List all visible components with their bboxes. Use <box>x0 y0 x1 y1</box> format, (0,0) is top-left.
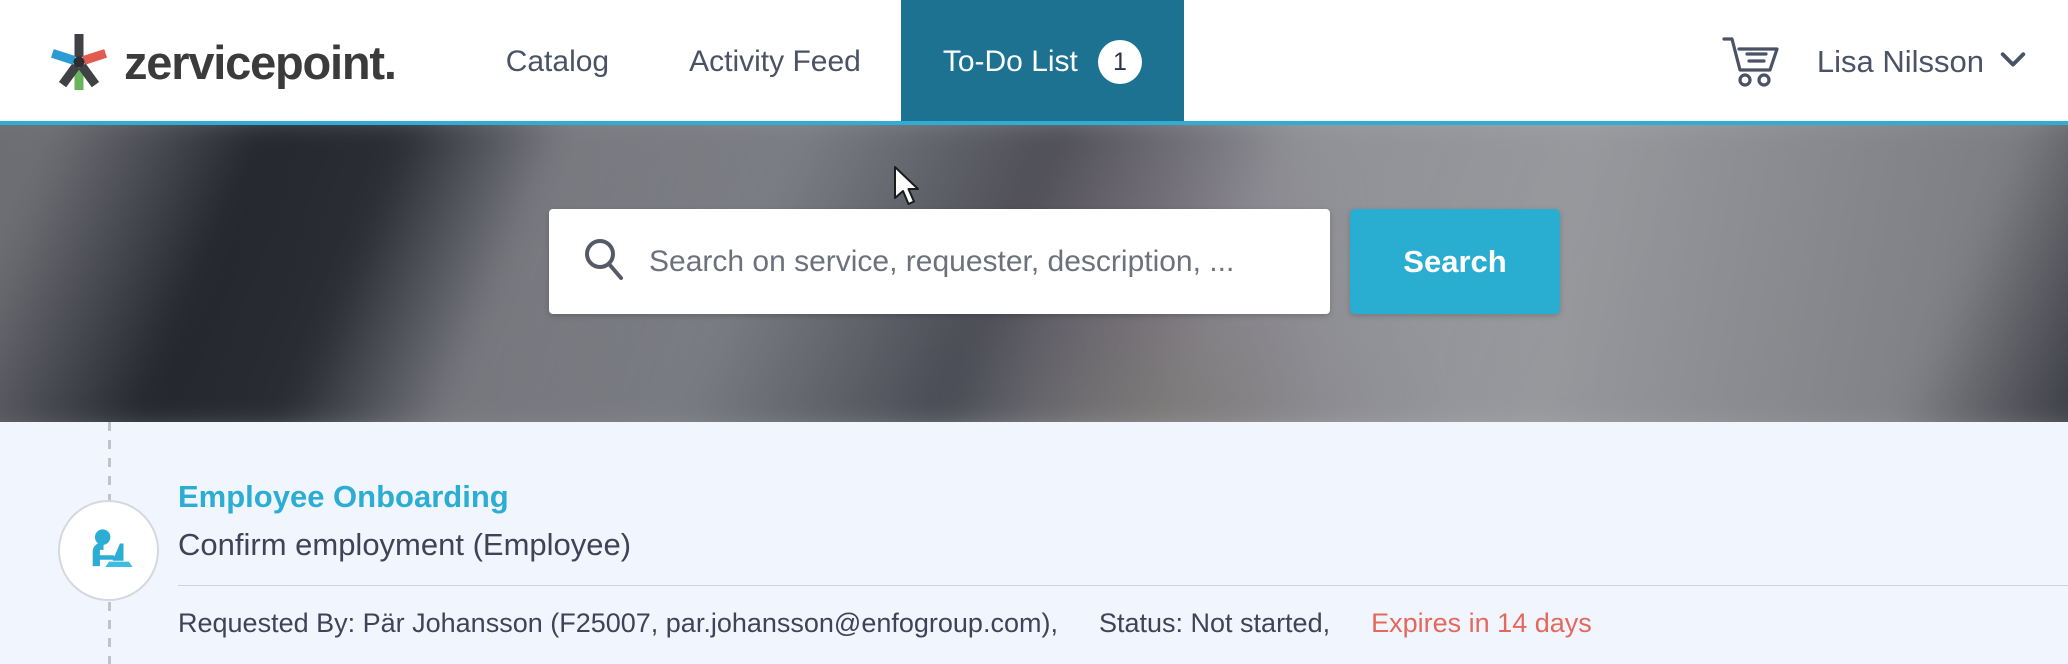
task-status: Status: Not started, <box>1098 608 1331 639</box>
nav-tab-catalog-label: Catalog <box>505 45 610 78</box>
task-divider <box>178 585 2068 587</box>
todo-list-item: Employee Onboarding Confirm employment (… <box>178 478 2068 639</box>
task-expiry: Expires in 14 days <box>1371 608 1592 639</box>
nav-tab-to-do-list[interactable]: To-Do List 1 <box>900 0 1184 124</box>
task-icon-avatar <box>58 500 159 601</box>
search-button[interactable]: Search <box>1350 209 1560 314</box>
nav-tab-to-do-list-label: To-Do List <box>942 45 1078 78</box>
brand-logo[interactable]: zervicepoint. <box>50 0 397 124</box>
search-row: Search <box>549 209 1560 314</box>
shopping-cart-icon[interactable] <box>1721 35 1783 89</box>
to-do-list-count-badge: 1 <box>1097 40 1142 84</box>
user-menu[interactable]: Lisa Nilsson <box>1817 44 2026 80</box>
main-nav-links: Catalog Activity Feed To-Do List 1 <box>466 0 1184 124</box>
nav-tab-activity-feed-label: Activity Feed <box>689 45 861 78</box>
chevron-down-icon <box>2000 51 2026 73</box>
zervicepoint-asterisk-logo-icon <box>50 33 108 91</box>
search-box[interactable] <box>549 209 1330 314</box>
task-step-name: Confirm employment (Employee) <box>178 526 632 562</box>
task-meta-row: Requested By: Pär Johansson (F25007, par… <box>178 608 2068 639</box>
task-requested-by: Requested By: Pär Johansson (F25007, par… <box>178 608 1058 639</box>
user-name-label: Lisa Nilsson <box>1816 44 1984 79</box>
nav-tab-catalog[interactable]: Catalog <box>466 0 649 124</box>
person-at-laptop-icon <box>80 519 138 582</box>
nav-tab-activity-feed[interactable]: Activity Feed <box>649 0 901 124</box>
hero-banner: Search Show all By assign date <box>0 125 2068 422</box>
brand-name: zervicepoint. <box>124 35 397 89</box>
top-navigation-bar: zervicepoint. Catalog Activity Feed To-D… <box>0 0 2068 124</box>
zervicepoint-todo-page: zervicepoint. Catalog Activity Feed To-D… <box>0 0 2068 664</box>
search-input[interactable] <box>649 244 1309 279</box>
nav-right-area: Lisa Nilsson <box>1721 35 2026 89</box>
search-icon <box>583 237 625 286</box>
task-service-link[interactable]: Employee Onboarding <box>178 478 509 517</box>
